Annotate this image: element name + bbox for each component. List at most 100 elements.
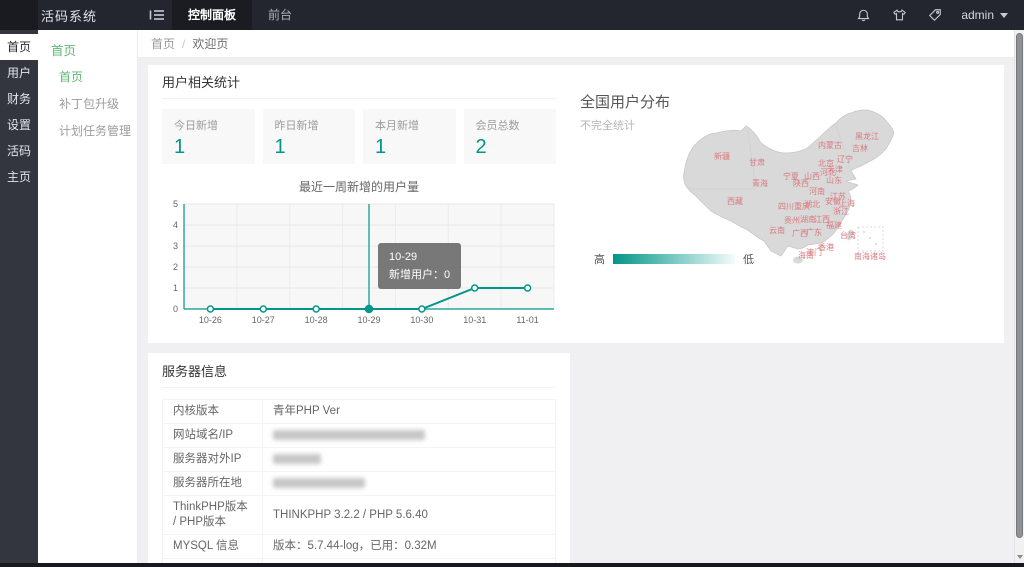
redacted-value: [273, 430, 425, 440]
svg-text:4: 4: [173, 220, 178, 230]
submenu-item[interactable]: 首页: [38, 63, 137, 90]
svg-text:10-30: 10-30: [410, 315, 433, 325]
province-label: 浙江: [833, 206, 849, 216]
province-label: 广东: [806, 227, 822, 237]
user-stats-panel: 用户相关统计 今日新增1昨日新增1本月新增1会员总数2 最近一周新增的用户量 0…: [148, 65, 1004, 343]
sidebar-item[interactable]: 主页: [0, 164, 38, 190]
chevron-down-icon: [1000, 13, 1008, 18]
top-nav-item[interactable]: 前台: [252, 0, 308, 30]
app-title: 活码系统: [41, 6, 97, 25]
theme-button[interactable]: [881, 0, 917, 30]
submenu-item[interactable]: 补丁包升级: [38, 90, 137, 117]
table-row: ThinkPHP版本 / PHP版本THINKPHP 3.2.2 / PHP 5…: [163, 496, 556, 535]
province-label: 陕西: [793, 178, 809, 188]
header-actions: admin: [845, 0, 1024, 30]
weekly-users-chart[interactable]: 01234510-2610-2710-2810-2910-3010-3111-0…: [162, 199, 556, 332]
row-label: 服务器所在地: [163, 472, 263, 496]
province-label: 福建: [826, 220, 842, 230]
data-point: [313, 306, 319, 312]
data-point: [207, 306, 213, 312]
row-value: THINKPHP 3.2.2 / PHP 5.6.40: [263, 496, 556, 535]
tag-icon: [928, 8, 942, 22]
legend-high-label: 高: [594, 251, 605, 267]
stat-label: 今日新增: [174, 117, 243, 133]
top-nav-item[interactable]: 控制面板: [172, 0, 252, 30]
stat-value: 1: [275, 136, 344, 159]
hamburger-icon: [149, 8, 165, 22]
table-row: MYSQL 信息版本：5.7.44-log，已用：0.32M: [163, 535, 556, 559]
scrollbar-down-arrow[interactable]: [1015, 552, 1024, 562]
table-row: 内核版本青年PHP Ver: [163, 400, 556, 424]
svg-text:10-31: 10-31: [463, 315, 486, 325]
scrollbar-thumb[interactable]: [1016, 33, 1023, 538]
stat-box: 会员总数2: [464, 109, 557, 164]
sidebar-item[interactable]: 财务: [0, 86, 38, 112]
sidebar-item[interactable]: 活码: [0, 138, 38, 164]
primary-sidebar: 首页用户财务设置活码主页: [0, 30, 38, 563]
data-point: [419, 306, 425, 312]
svg-text:10-27: 10-27: [252, 315, 275, 325]
redacted-value: [273, 478, 365, 488]
server-info-panel: 服务器信息 内核版本青年PHP Ver网站域名/IP服务器对外IP服务器所在地T…: [148, 353, 570, 563]
sidebar-item[interactable]: 设置: [0, 112, 38, 138]
province-label: 云南: [769, 225, 785, 235]
province-label: 青海: [752, 178, 768, 188]
stat-label: 本月新增: [375, 117, 444, 133]
province-label: 吉林: [852, 143, 868, 153]
svg-text:10-26: 10-26: [199, 315, 222, 325]
scrollbar-track[interactable]: [1014, 30, 1024, 563]
stat-box: 昨日新增 1: [263, 109, 356, 164]
sidebar-item[interactable]: 首页: [0, 34, 38, 60]
row-value: [263, 424, 556, 448]
admin-username: admin: [961, 8, 994, 22]
breadcrumb: 首页 / 欢迎页: [138, 30, 1014, 58]
province-label: 湖北: [804, 200, 820, 209]
sidebar-item[interactable]: 用户: [0, 60, 38, 86]
breadcrumb-separator: /: [182, 37, 185, 51]
province-label: 贵州: [784, 215, 800, 225]
svg-text:10-29: 10-29: [357, 315, 380, 325]
table-row: 网站域名/IP: [163, 424, 556, 448]
secondary-sidebar: 首页首页补丁包升级计划任务管理: [38, 30, 138, 563]
row-value: [263, 448, 556, 472]
notifications-button[interactable]: [845, 0, 881, 30]
stat-label: 昨日新增: [275, 117, 344, 133]
row-value: 青年PHP Ver: [263, 400, 556, 424]
bottom-edge-strip: [0, 563, 1024, 567]
data-point: [366, 306, 373, 313]
table-row: 服务器对外IP: [163, 448, 556, 472]
table-row: 服务器所在地: [163, 472, 556, 496]
svg-text:11-01: 11-01: [516, 315, 538, 325]
data-point: [260, 306, 266, 312]
row-label: 内核版本: [163, 400, 263, 424]
row-value: 版本：5.7.44-log，已用：0.32M: [263, 535, 556, 559]
stat-value: 1: [375, 136, 444, 159]
stats-row: 今日新增1 昨日新增 1 本月新增 1 会员总数2: [162, 109, 556, 164]
breadcrumb-home[interactable]: 首页: [151, 35, 175, 52]
stat-box: 本月新增 1: [363, 109, 456, 164]
top-nav: 控制面板前台: [172, 0, 308, 30]
line-chart-svg: 01234510-2610-2710-2810-2910-3010-3111-0…: [162, 199, 562, 327]
submenu-item[interactable]: 计划任务管理: [38, 117, 137, 144]
admin-menu[interactable]: admin: [953, 0, 1024, 30]
user-stats-title: 用户相关统计: [162, 75, 556, 99]
bell-icon: [856, 8, 871, 23]
data-point: [525, 285, 531, 291]
data-point: [472, 285, 478, 291]
province-label: 新疆: [714, 151, 730, 161]
tags-button[interactable]: [917, 0, 953, 30]
sidebar-collapse-icon[interactable]: [142, 0, 172, 30]
svg-text:5: 5: [173, 199, 178, 209]
province-label: 台湾: [840, 230, 856, 240]
svg-text:10-28: 10-28: [305, 315, 328, 325]
map-legend: 高 低: [594, 251, 754, 267]
stat-box: 今日新增1: [162, 109, 255, 164]
top-header: 活码系统 控制面板前台 admin: [0, 0, 1024, 30]
stat-value: 2: [476, 136, 545, 159]
svg-text:2: 2: [173, 262, 178, 272]
user-stats-section: 用户相关统计 今日新增1昨日新增1本月新增1会员总数2 最近一周新增的用户量 0…: [148, 65, 570, 343]
row-value: [263, 472, 556, 496]
province-label: 河南: [809, 186, 825, 196]
submenu-parent[interactable]: 首页: [38, 30, 137, 63]
line-chart-title: 最近一周新增的用户量: [162, 178, 556, 195]
